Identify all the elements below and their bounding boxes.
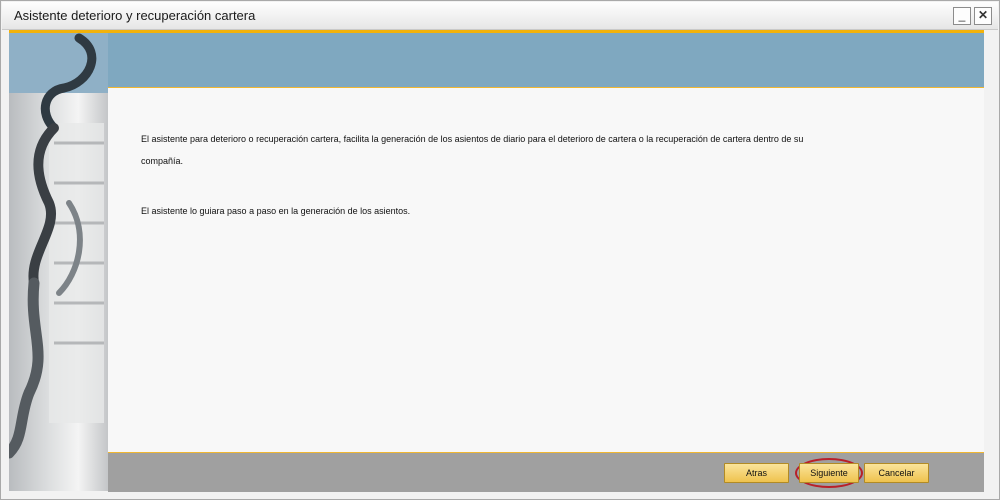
guide-paragraph: El asistente lo guiara paso a paso en la… [141,206,411,216]
close-icon[interactable]: ✕ [974,7,992,25]
title-bar: Asistente deterioro y recuperación carte… [2,2,998,30]
intro-paragraph: El asistente para deterioro o recuperaci… [141,134,804,166]
next-button[interactable]: Siguiente [799,463,859,483]
minimize-icon[interactable]: _ [953,7,971,25]
wizard-content: El asistente para deterioro o recuperaci… [108,88,984,452]
button-bar: Atras Siguiente Cancelar [108,452,984,492]
cancel-button[interactable]: Cancelar [864,463,929,483]
back-button[interactable]: Atras [724,463,789,483]
chain-link-graphic [9,33,108,459]
window-title: Asistente deterioro y recuperación carte… [14,8,256,23]
wizard-window: Asistente deterioro y recuperación carte… [0,0,1000,500]
header-banner [108,33,984,87]
sidebar-graphic [9,33,108,491]
